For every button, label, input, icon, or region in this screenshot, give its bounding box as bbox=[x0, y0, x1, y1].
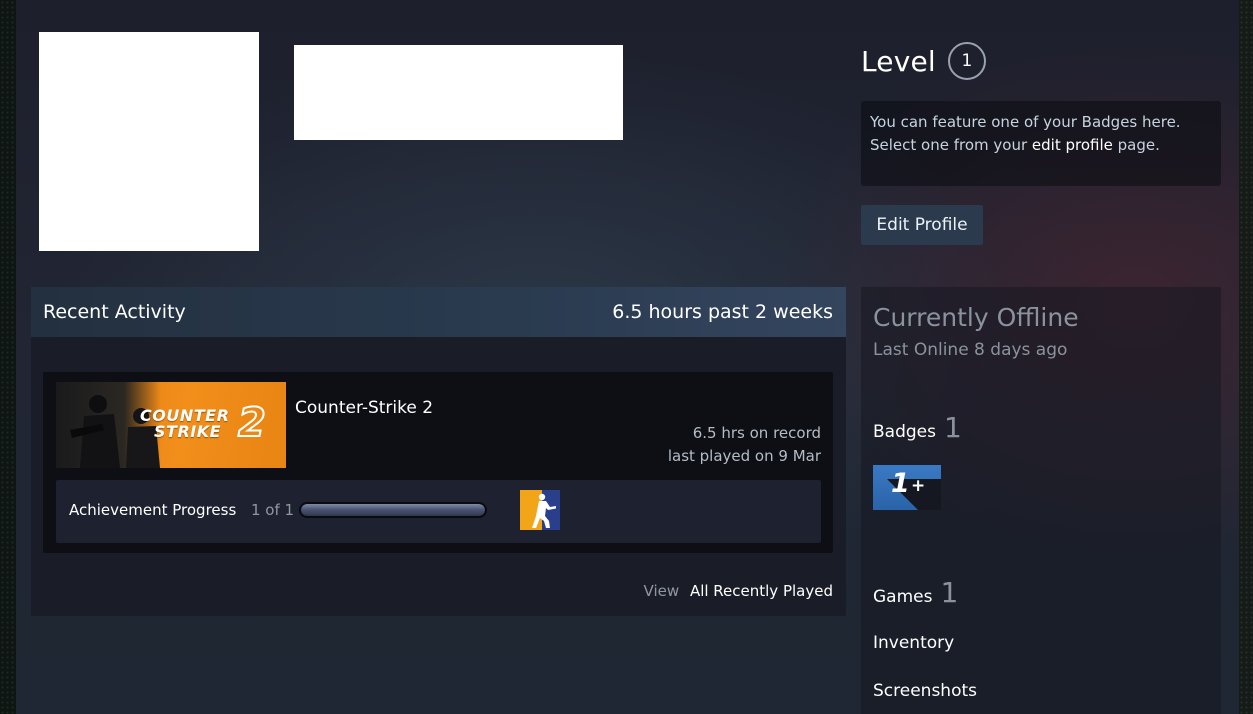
badge-plus: + bbox=[911, 476, 926, 496]
profile-side-panel: Currently Offline Last Online 8 days ago… bbox=[861, 287, 1221, 714]
badge-hint-pre: Select one from your bbox=[870, 136, 1032, 154]
level-badge[interactable]: 1 bbox=[947, 42, 986, 80]
badge-hint-line2: Select one from your edit profile page. bbox=[870, 134, 1212, 157]
badge-hint-line1: You can feature one of your Badges here. bbox=[870, 113, 1181, 131]
recent-activity-header: Recent Activity 6.5 hours past 2 weeks bbox=[31, 287, 846, 337]
achievement-icon[interactable] bbox=[520, 490, 560, 530]
achievement-progress-row: Achievement Progress 1 of 1 bbox=[56, 480, 821, 543]
page-frame-left bbox=[0, 0, 16, 714]
achievement-progress-fill bbox=[301, 504, 485, 516]
hours-on-record: 6.5 hrs on record bbox=[692, 424, 821, 442]
achievement-progress-link[interactable]: Achievement Progress bbox=[69, 501, 236, 519]
avatar[interactable] bbox=[39, 32, 259, 251]
view-label: View bbox=[643, 582, 680, 600]
last-played: last played on 9 Mar bbox=[667, 447, 821, 465]
games-link[interactable]: Games 1 bbox=[873, 576, 958, 609]
game-stats: 6.5 hrs on record last played on 9 Mar bbox=[668, 422, 821, 468]
screenshots-link[interactable]: Screenshots bbox=[873, 681, 977, 701]
badge-number: 1 bbox=[891, 468, 910, 499]
achievement-count: 1 of 1 bbox=[251, 501, 295, 519]
badges-count: 1 bbox=[943, 411, 962, 444]
page-frame-right bbox=[1239, 0, 1253, 714]
profile-content: Level 1 You can feature one of your Badg… bbox=[16, 0, 1239, 714]
view-all-recent: View All Recently Played bbox=[644, 582, 833, 600]
edit-profile-button[interactable]: Edit Profile bbox=[861, 205, 983, 245]
online-status: Currently Offline bbox=[873, 303, 1079, 332]
recent-activity-hours: 6.5 hours past 2 weeks bbox=[612, 301, 833, 323]
last-online: Last Online 8 days ago bbox=[873, 340, 1068, 360]
badges-link[interactable]: Badges 1 bbox=[873, 411, 962, 444]
badges-label: Badges bbox=[873, 422, 936, 442]
soldier-icon bbox=[532, 493, 556, 528]
level-label: Level bbox=[861, 44, 936, 78]
all-recently-played-link[interactable]: All Recently Played bbox=[690, 582, 833, 600]
recent-activity-title: Recent Activity bbox=[43, 301, 186, 323]
capsule-title: COUNTER STRIKE bbox=[140, 408, 229, 440]
game-capsule-image[interactable]: COUNTER STRIKE 2 bbox=[56, 382, 286, 468]
games-label: Games bbox=[873, 587, 933, 607]
game-name-link[interactable]: Counter-Strike 2 bbox=[295, 398, 433, 418]
achievement-progress-bar bbox=[299, 502, 487, 518]
featured-badge-hint: You can feature one of your Badges here.… bbox=[861, 101, 1221, 186]
level-display: Level 1 bbox=[861, 42, 986, 80]
recent-activity-panel: Recent Activity 6.5 hours past 2 weeks C… bbox=[31, 287, 846, 616]
capsule-number: 2 bbox=[237, 399, 267, 447]
capsule-title-line2: STRIKE bbox=[154, 422, 222, 441]
profile-name-area bbox=[294, 45, 623, 140]
edit-profile-link[interactable]: edit profile bbox=[1032, 136, 1113, 154]
inventory-link[interactable]: Inventory bbox=[873, 633, 954, 653]
game-card: COUNTER STRIKE 2 Counter-Strike 2 6.5 hr… bbox=[43, 372, 833, 553]
badge-hint-post: page. bbox=[1112, 136, 1160, 154]
badge-image[interactable]: 1 + bbox=[873, 465, 941, 510]
games-count: 1 bbox=[940, 576, 959, 609]
